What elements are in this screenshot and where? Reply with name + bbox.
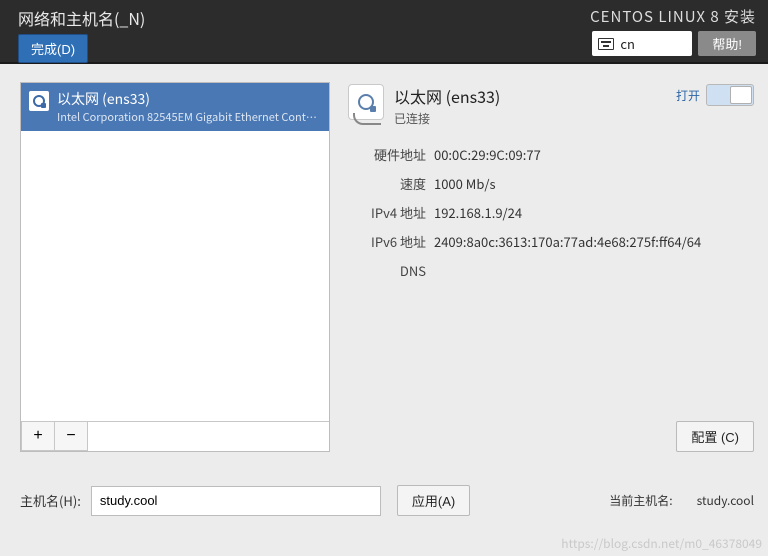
nic-status: 已连接: [394, 110, 500, 127]
hostname-label: 主机名(H):: [20, 491, 81, 510]
apply-hostname-button[interactable]: 应用(A): [397, 485, 470, 516]
add-remove-bar: + −: [21, 421, 329, 451]
speed-label: 速度: [348, 174, 426, 193]
nic-detail-title: 以太网 (ens33): [394, 84, 500, 108]
speed-value: 1000 Mb/s: [434, 174, 754, 193]
current-hostname-value: study.cool: [697, 492, 754, 509]
hw-address-label: 硬件地址: [348, 145, 426, 164]
help-button[interactable]: 帮助!: [698, 31, 756, 56]
watermark: https://blog.csdn.net/m0_46378049: [561, 535, 762, 552]
hw-address-value: 00:0C:29:9C:09:77: [434, 145, 754, 164]
nic-description: Intel Corporation 82545EM Gigabit Ethern…: [57, 109, 321, 125]
top-bar: 网络和主机名(_N) 完成(D) CENTOS LINUX 8 安装 cn 帮助…: [0, 0, 768, 64]
nic-list-item[interactable]: 以太网 (ens33) Intel Corporation 82545EM Gi…: [21, 83, 329, 131]
content-area: 以太网 (ens33) Intel Corporation 82545EM Gi…: [0, 64, 768, 556]
ethernet-icon: [29, 91, 49, 111]
page-title: 网络和主机名(_N): [18, 6, 145, 30]
ipv6-label: IPv6 地址: [348, 232, 426, 251]
nic-detail-pane: 以太网 (ens33) 已连接 打开 硬件地址 00:0C:29:9C:09:7…: [348, 82, 754, 452]
keyboard-icon: [598, 38, 614, 50]
hostname-input[interactable]: [91, 486, 381, 516]
keyboard-layout-selector[interactable]: cn: [592, 31, 692, 56]
add-nic-button[interactable]: +: [21, 421, 55, 451]
nic-toggle-label: 打开: [676, 87, 700, 104]
hostname-row: 主机名(H): 应用(A) 当前主机名: study.cool: [20, 485, 754, 516]
done-button[interactable]: 完成(D): [18, 34, 88, 63]
nic-detail-grid: 硬件地址 00:0C:29:9C:09:77 速度 1000 Mb/s IPv4…: [348, 145, 754, 280]
ethernet-large-icon: [348, 84, 384, 120]
ipv4-value: 192.168.1.9/24: [434, 203, 754, 222]
nic-list-pane: 以太网 (ens33) Intel Corporation 82545EM Gi…: [20, 82, 330, 452]
keyboard-layout-label: cn: [620, 34, 635, 53]
nic-list: 以太网 (ens33) Intel Corporation 82545EM Gi…: [21, 83, 329, 421]
nic-toggle[interactable]: 打开: [676, 84, 754, 106]
ipv6-value: 2409:8a0c:3613:170a:77ad:4e68:275f:ff64/…: [434, 232, 754, 251]
configure-button[interactable]: 配置 (C): [676, 421, 754, 452]
remove-nic-button[interactable]: −: [54, 421, 88, 451]
dns-label: DNS: [348, 261, 426, 280]
nic-name: 以太网 (ens33): [57, 89, 321, 109]
ipv4-label: IPv4 地址: [348, 203, 426, 222]
installer-title: CENTOS LINUX 8 安装: [590, 6, 756, 27]
current-hostname-label: 当前主机名:: [609, 492, 672, 509]
